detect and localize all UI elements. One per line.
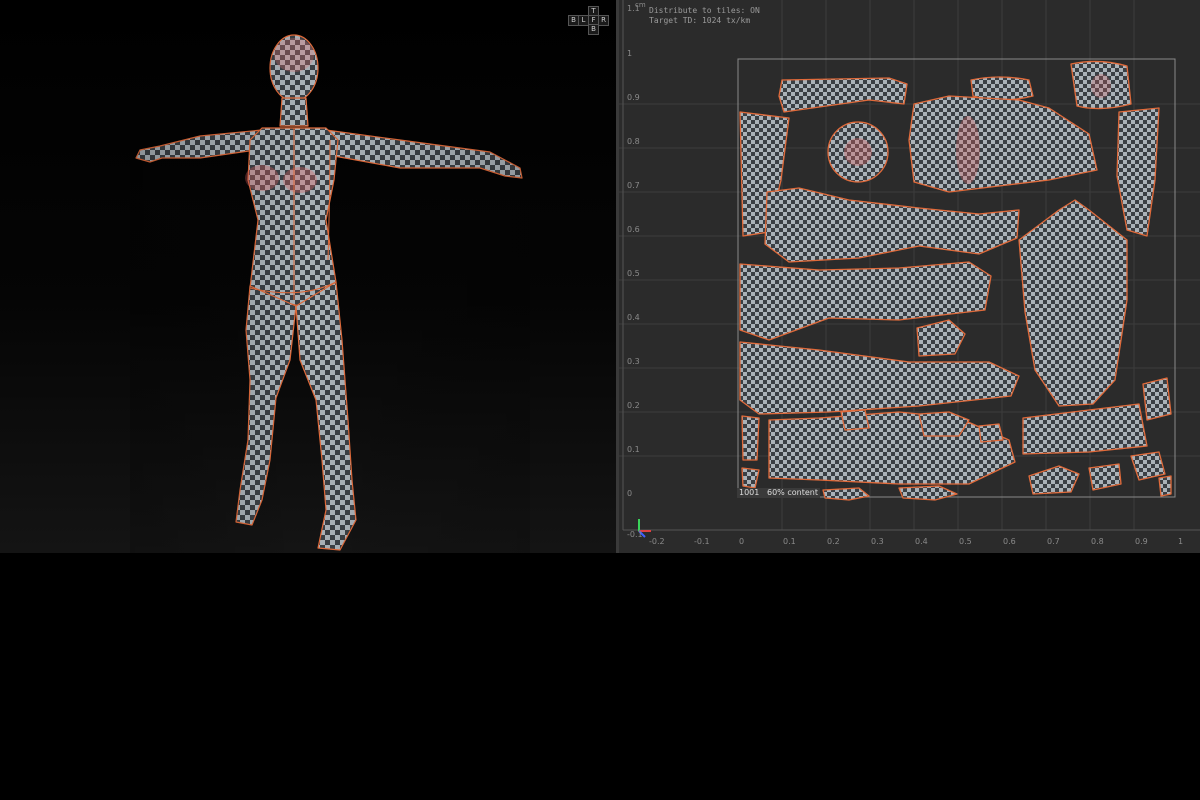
y-tick: 0.9 [627,93,640,102]
character-model [130,30,530,553]
x-tick: 0.4 [915,537,928,546]
y-tick: 0.6 [627,225,640,234]
x-tick: 0 [739,537,745,546]
y-tick: 1 [627,49,633,58]
x-tick: -0.2 [649,537,665,546]
tile-id: 1001 [739,488,760,497]
y-tick: 0.7 [627,181,640,190]
y-tick: 1.1 [627,4,640,13]
y-tick: 0.8 [627,137,640,146]
y-tick: 0.2 [627,401,640,410]
x-tick: 0.1 [783,537,796,546]
tile-label: 1001 60% content [737,488,820,498]
viewport-3d[interactable]: T B L F R B [0,0,616,553]
x-tick: 1 [1178,537,1184,546]
y-tick: -0.1 [627,530,643,539]
x-tick: 0.2 [827,537,840,546]
view-cube-right[interactable]: R [598,15,609,26]
x-tick: 0.6 [1003,537,1016,546]
empty-area [0,553,1200,800]
y-tick: 0.1 [627,445,640,454]
view-cube-bottom[interactable]: B [588,24,599,35]
tile-fill: 60% content [767,488,818,497]
y-tick: 0.4 [627,313,640,322]
x-tick: 0.8 [1091,537,1104,546]
view-cube[interactable]: T B L F R B [568,6,609,36]
x-tick: 0.7 [1047,537,1060,546]
target-td-status: Target TD: 1024 tx/km [649,16,751,25]
uv-editor[interactable]: cm Distribute to tiles: ON Target TD: 10… [619,0,1200,553]
uv-grid [619,0,1200,538]
y-tick: 0.3 [627,357,640,366]
x-tick: 0.3 [871,537,884,546]
x-tick: 0.5 [959,537,972,546]
x-tick: 0.9 [1135,537,1148,546]
distribute-status: Distribute to tiles: ON [649,6,760,15]
y-tick: 0.5 [627,269,640,278]
y-tick: 0 [627,489,633,498]
x-tick: -0.1 [694,537,710,546]
